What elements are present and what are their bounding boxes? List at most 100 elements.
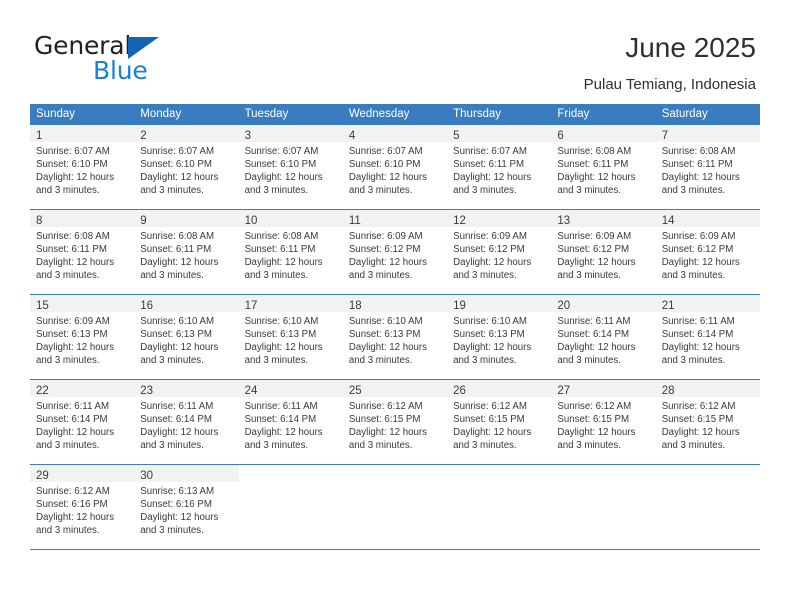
sunrise-text: Sunrise: 6:12 AM (557, 401, 632, 412)
calendar-day-cell[interactable]: 24 Sunrise: 6:11 AM Sunset: 6:14 PM Dayligh… (238, 380, 343, 464)
calendar-day-cell[interactable]: 23 Sunrise: 6:11 AM Sunset: 6:14 PM Dayligh… (134, 380, 239, 464)
calendar-day-cell[interactable]: 22 Sunrise: 6:11 AM Sunset: 6:14 PM Dayligh… (30, 380, 135, 464)
calendar-day-cell[interactable]: 15 Sunrise: 6:09 AM Sunset: 6:13 PM Dayligh… (30, 295, 135, 379)
day-number: 25 (348, 385, 362, 397)
calendar-day-cell[interactable]: 9 Sunrise: 6:08 AM Sunset: 6:11 PM Daylight… (134, 210, 239, 294)
day-number-bar: 8 (30, 210, 135, 227)
day-number-bar: 15 (30, 295, 135, 312)
daylight-text: Daylight: 12 hours and 3 minutes. (557, 257, 636, 282)
daylight-text: Daylight: 12 hours and 3 minutes. (140, 512, 219, 537)
sunset-text: Sunset: 6:14 PM (661, 329, 734, 341)
day-cell-content: 13 Sunrise: 6:09 AM Sunset: 6:12 PM Dayligh… (551, 210, 656, 294)
day-number-bar: 16 (134, 295, 239, 312)
sunset-text: Sunset: 6:10 PM (140, 159, 212, 171)
calendar-day-cell[interactable]: 8 Sunrise: 6:08 AM Sunset: 6:11 PM Daylight… (30, 210, 135, 294)
calendar-day-cell[interactable]: 19 Sunrise: 6:10 AM Sunset: 6:13 PM Dayligh… (447, 295, 552, 379)
sunset-text: Sunset: 6:12 PM (453, 244, 525, 256)
day-number: 13 (557, 215, 571, 227)
day-number-bar: 2 (134, 125, 239, 142)
calendar-week-row: 8 Sunrise: 6:08 AM Sunset: 6:11 PM Daylight… (30, 210, 760, 294)
day-cell-content: 4 Sunrise: 6:07 AM Sunset: 6:10 PM Daylight… (342, 125, 448, 209)
calendar-day-cell[interactable]: 4 Sunrise: 6:07 AM Sunset: 6:10 PM Daylight… (342, 125, 448, 209)
calendar-day-cell[interactable]: 5 Sunrise: 6:07 AM Sunset: 6:11 PM Daylight… (447, 125, 552, 209)
calendar-day-cell[interactable]: 17 Sunrise: 6:10 AM Sunset: 6:13 PM Dayligh… (238, 295, 343, 379)
sunset-text: Sunset: 6:11 PM (244, 244, 316, 256)
day-number-bar: 21 (655, 295, 760, 312)
calendar-day-cell[interactable]: 6 Sunrise: 6:08 AM Sunset: 6:11 PM Daylight… (551, 125, 656, 209)
calendar-day-cell[interactable]: 30 Sunrise: 6:13 AM Sunset: 6:16 PM Dayligh… (134, 465, 239, 549)
calendar-day-cell[interactable]: 7 Sunrise: 6:08 AM Sunset: 6:11 PM Daylight… (655, 125, 760, 209)
day-number: 1 (36, 130, 43, 142)
day-info: Sunrise: 6:07 AM Sunset: 6:10 PM Daylight:… (30, 142, 134, 197)
day-info: Sunrise: 6:08 AM Sunset: 6:11 PM Daylight:… (134, 227, 238, 282)
calendar-day-cell[interactable]: 11 Sunrise: 6:09 AM Sunset: 6:12 PM Dayligh… (342, 210, 448, 294)
day-number-bar: 26 (447, 380, 552, 397)
sunrise-text: Sunrise: 6:07 AM (36, 146, 110, 157)
calendar-day-cell[interactable]: 20 Sunrise: 6:11 AM Sunset: 6:14 PM Dayligh… (551, 295, 656, 379)
day-cell-content: 1 Sunrise: 6:07 AM Sunset: 6:10 PM Daylight… (30, 125, 135, 209)
day-number-bar: 1 (30, 125, 135, 142)
sunrise-text: Sunrise: 6:11 AM (244, 401, 318, 412)
calendar-day-cell[interactable]: 28 Sunrise: 6:12 AM Sunset: 6:15 PM Dayligh… (655, 380, 760, 464)
calendar-week-row: 1 Sunrise: 6:07 AM Sunset: 6:10 PM Daylight… (30, 125, 760, 209)
day-cell-content: 25 Sunrise: 6:12 AM Sunset: 6:15 PM Dayligh… (342, 380, 448, 464)
page-header: General Blue June 2025 Pulau Temiang, In… (0, 0, 792, 100)
sunset-text: Sunset: 6:10 PM (244, 159, 317, 171)
sunrise-text: Sunrise: 6:12 AM (348, 401, 423, 412)
calendar-day-cell[interactable]: 29 Sunrise: 6:12 AM Sunset: 6:16 PM Dayligh… (30, 465, 135, 549)
calendar-week-row: 15 Sunrise: 6:09 AM Sunset: 6:13 PM Dayligh… (30, 295, 760, 379)
calendar-day-cell[interactable]: 10 Sunrise: 6:08 AM Sunset: 6:11 PM Dayligh… (238, 210, 343, 294)
calendar-day-cell[interactable]: 16 Sunrise: 6:10 AM Sunset: 6:13 PM Dayligh… (134, 295, 239, 379)
day-cell-content: 24 Sunrise: 6:11 AM Sunset: 6:14 PM Dayligh… (238, 380, 343, 464)
calendar-day-cell[interactable]: 21 Sunrise: 6:11 AM Sunset: 6:14 PM Dayligh… (655, 295, 760, 379)
day-number: 12 (453, 215, 466, 227)
day-info: Sunrise: 6:12 AM Sunset: 6:15 PM Daylight:… (656, 397, 760, 452)
calendar-day-cell[interactable]: 18 Sunrise: 6:10 AM Sunset: 6:13 PM Dayligh… (342, 295, 448, 379)
day-info: Sunrise: 6:10 AM Sunset: 6:13 PM Daylight:… (239, 312, 343, 367)
day-number-bar: 19 (447, 295, 552, 312)
sunrise-text: Sunrise: 6:12 AM (453, 401, 527, 412)
weekday-header-tuesday: Tuesday (238, 104, 343, 125)
generalblue-logo[interactable]: General Blue (34, 32, 274, 88)
calendar-day-cell[interactable]: 2 Sunrise: 6:07 AM Sunset: 6:10 PM Daylight… (134, 125, 239, 209)
day-number: 9 (140, 215, 147, 227)
day-cell-content: 9 Sunrise: 6:08 AM Sunset: 6:11 PM Daylight… (134, 210, 239, 294)
day-number-bar: 23 (134, 380, 239, 397)
calendar-page: General Blue June 2025 Pulau Temiang, In… (0, 0, 792, 612)
calendar-day-cell[interactable]: 27 Sunrise: 6:12 AM Sunset: 6:15 PM Dayligh… (551, 380, 656, 464)
day-number: 16 (140, 300, 154, 312)
calendar-day-cell[interactable]: 3 Sunrise: 6:07 AM Sunset: 6:10 PM Daylight… (238, 125, 343, 209)
day-cell-content: 14 Sunrise: 6:09 AM Sunset: 6:12 PM Dayligh… (655, 210, 760, 294)
sunrise-text: Sunrise: 6:09 AM (557, 231, 632, 242)
day-info: Sunrise: 6:13 AM Sunset: 6:16 PM Daylight:… (134, 482, 238, 537)
day-cell-content: 22 Sunrise: 6:11 AM Sunset: 6:14 PM Dayligh… (30, 380, 135, 464)
day-info: Sunrise: 6:10 AM Sunset: 6:13 PM Daylight:… (134, 312, 238, 367)
calendar-day-cell[interactable]: 14 Sunrise: 6:09 AM Sunset: 6:12 PM Dayligh… (655, 210, 760, 294)
day-number: 11 (348, 215, 361, 227)
calendar-day-cell[interactable]: 26 Sunrise: 6:12 AM Sunset: 6:15 PM Dayligh… (447, 380, 552, 464)
calendar-empty-cell (342, 465, 448, 549)
day-number: 2 (140, 130, 147, 142)
sunrise-text: Sunrise: 6:07 AM (244, 146, 319, 157)
sunrise-text: Sunrise: 6:08 AM (140, 231, 215, 242)
sunrise-text: Sunrise: 6:09 AM (348, 231, 423, 242)
day-info: Sunrise: 6:11 AM Sunset: 6:14 PM Daylight:… (551, 312, 655, 367)
day-info: Sunrise: 6:12 AM Sunset: 6:16 PM Daylight:… (30, 482, 134, 537)
calendar-day-cell[interactable]: 1 Sunrise: 6:07 AM Sunset: 6:10 PM Daylight… (30, 125, 135, 209)
calendar-day-cell[interactable]: 25 Sunrise: 6:12 AM Sunset: 6:15 PM Dayligh… (342, 380, 448, 464)
daylight-text: Daylight: 12 hours and 3 minutes. (661, 427, 740, 452)
day-cell-content: 15 Sunrise: 6:09 AM Sunset: 6:13 PM Dayligh… (30, 295, 135, 379)
sunset-text: Sunset: 6:13 PM (140, 329, 212, 341)
day-info: Sunrise: 6:08 AM Sunset: 6:11 PM Daylight:… (30, 227, 134, 282)
calendar-day-cell[interactable]: 12 Sunrise: 6:09 AM Sunset: 6:12 PM Dayligh… (447, 210, 552, 294)
day-number-bar: 4 (342, 125, 448, 142)
daylight-text: Daylight: 12 hours and 3 minutes. (557, 342, 636, 367)
day-number-bar: 11 (342, 210, 448, 227)
sunrise-text: Sunrise: 6:11 AM (557, 316, 631, 327)
day-info: Sunrise: 6:12 AM Sunset: 6:15 PM Daylight:… (447, 397, 551, 452)
day-number: 27 (557, 385, 571, 397)
day-number-bar: 28 (655, 380, 760, 397)
calendar-day-cell[interactable]: 13 Sunrise: 6:09 AM Sunset: 6:12 PM Dayligh… (551, 210, 656, 294)
day-cell-content: 8 Sunrise: 6:08 AM Sunset: 6:11 PM Daylight… (30, 210, 135, 294)
day-number: 17 (244, 300, 258, 312)
